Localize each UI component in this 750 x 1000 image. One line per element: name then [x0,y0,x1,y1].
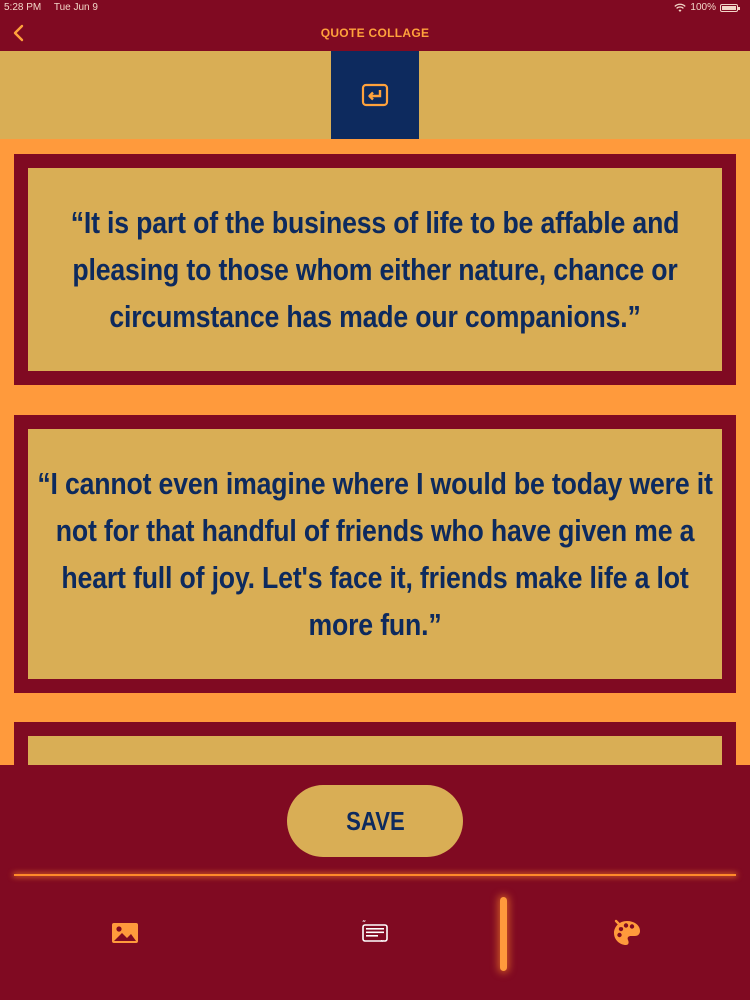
svg-text:”: ” [380,939,384,947]
palette-icon [614,919,640,945]
quote-card-inner [28,736,722,768]
page-title: QUOTE COLLAGE [320,26,430,40]
save-button-label: SAVE [345,805,405,836]
quote-text: “I cannot even imagine where I would be … [37,466,713,642]
tab-palette[interactable] [612,918,642,948]
toggle-view-button[interactable] [331,51,419,139]
toolbar-band [0,51,750,139]
tab-quote-text[interactable]: “ ” [360,918,390,948]
divider [14,874,736,876]
return-arrow-icon [361,83,389,107]
status-bar: 5:28 PM Tue Jun 9 100% [0,0,750,15]
quote-card-inner: “I cannot even imagine where I would be … [28,429,722,679]
quote-card[interactable]: “I cannot even imagine where I would be … [14,415,736,693]
bottom-panel: SAVE “ ” [0,765,750,1000]
tab-image[interactable] [110,918,140,948]
status-date: Tue Jun 9 [53,2,98,13]
chevron-left-icon [13,24,24,42]
quote-text: “It is part of the business of life to b… [70,205,680,334]
tab-selection-indicator [500,897,507,971]
quote-text-icon: “ ” [362,919,388,947]
status-right: 100% [674,2,740,13]
quote-card[interactable]: “It is part of the business of life to b… [14,154,736,385]
status-time: 5:28 PM [4,2,42,13]
save-button[interactable]: SAVE [287,785,463,857]
nav-bar: QUOTE COLLAGE [0,15,750,51]
status-left: 5:28 PM Tue Jun 9 [4,2,108,13]
image-icon [112,923,138,943]
battery-percent: 100% [690,2,716,13]
back-button[interactable] [6,21,30,45]
battery-icon [720,3,740,12]
quote-card-inner: “It is part of the business of life to b… [28,168,722,371]
wifi-icon [674,3,687,12]
